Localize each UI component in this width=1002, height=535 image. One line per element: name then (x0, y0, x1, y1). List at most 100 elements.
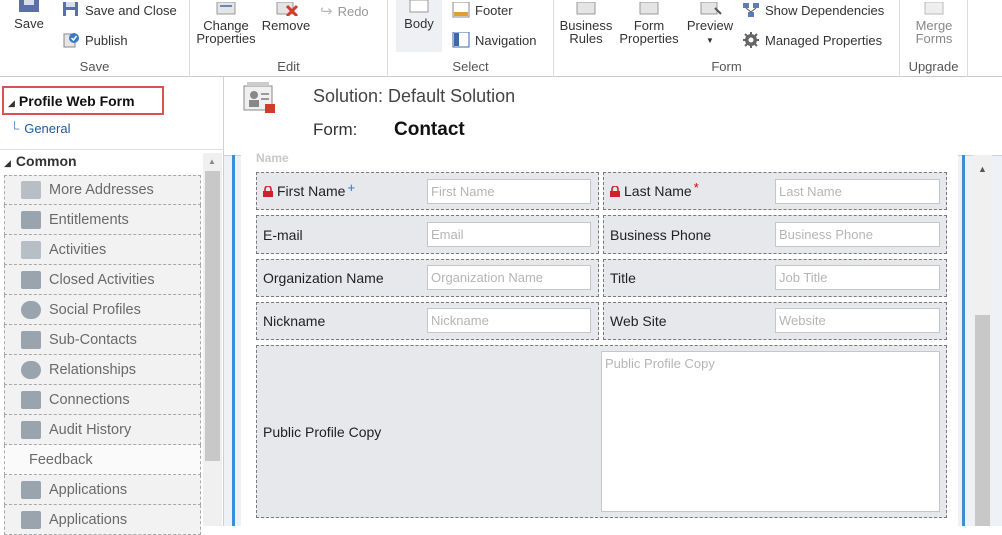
solution-title: Solution: Default Solution (313, 86, 516, 106)
tree-line-icon: └ (10, 121, 20, 136)
preview-icon (700, 2, 722, 15)
redo-button[interactable]: ↪ Redo (320, 2, 369, 20)
web-site-field[interactable]: Web Site Website (603, 302, 947, 340)
remove-icon (276, 2, 299, 16)
preview-button[interactable]: Preview ▼ (682, 2, 738, 47)
nav-scrollbar-thumb[interactable] (205, 171, 220, 461)
last-name-input[interactable]: Last Name (775, 179, 940, 204)
address-icon (21, 181, 41, 199)
website-input[interactable]: Website (775, 308, 940, 333)
footer-button[interactable]: Footer (452, 2, 513, 18)
business-phone-input[interactable]: Business Phone (775, 222, 940, 247)
title-field[interactable]: Title Job Title (603, 259, 947, 297)
save-group-label: Save (79, 59, 110, 74)
form-scrollbar-thumb[interactable] (975, 315, 990, 526)
nav-item-feedback[interactable]: Feedback (4, 445, 201, 475)
nav-item-relationships[interactable]: Relationships (4, 355, 201, 385)
nav-item-more-addresses[interactable]: More Addresses (4, 175, 201, 205)
publish-button[interactable]: Publish (62, 32, 128, 48)
last-name-label-wrap: Last Name * (610, 180, 699, 199)
applications-icon (21, 480, 41, 499)
change-properties-button[interactable]: Change Properties (194, 2, 258, 45)
nav-item-applications[interactable]: Applications (4, 475, 201, 505)
gear-icon (743, 32, 759, 48)
upgrade-group: Merge Forms Upgrade (900, 0, 968, 77)
nav-item-social-profiles[interactable]: Social Profiles (4, 295, 201, 325)
form-properties-button[interactable]: Form Properties (616, 2, 682, 45)
title-label: Title (610, 270, 636, 286)
form-label: Form: (313, 120, 358, 139)
save-and-close-button[interactable]: Save and Close (62, 2, 177, 18)
show-dependencies-button[interactable]: Show Dependencies (742, 2, 884, 18)
navigation-button[interactable]: Navigation (452, 32, 536, 48)
nav-item-entitlements[interactable]: Entitlements (4, 205, 201, 235)
nav-common-list: More Addresses Entitlements Activities C… (4, 175, 201, 535)
tab-border-right (962, 155, 965, 526)
dependencies-icon (743, 3, 759, 17)
merge-forms-icon (924, 2, 944, 15)
email-label: E-mail (263, 226, 303, 243)
save-close-icon (63, 2, 78, 16)
form-properties-icon (639, 2, 659, 15)
public-profile-copy-textarea[interactable]: Public Profile Copy (601, 351, 940, 512)
email-field[interactable]: E-mail Email (256, 215, 599, 254)
contact-card-icon (243, 82, 275, 113)
first-name-field[interactable]: First Name + First Name (256, 172, 599, 210)
nav-item-sub-contacts[interactable]: Sub-Contacts (4, 325, 201, 355)
activities-icon (21, 240, 41, 259)
audit-history-icon (21, 420, 41, 439)
scroll-up-arrow-icon[interactable]: ▲ (978, 164, 987, 174)
chevron-down-icon: ▼ (706, 36, 714, 45)
public-profile-copy-label: Public Profile Copy (263, 423, 382, 440)
nav-item-activities[interactable]: Activities (4, 235, 201, 265)
managed-properties-button[interactable]: Managed Properties (742, 32, 882, 48)
select-group-label: Select (452, 59, 489, 74)
business-rules-button[interactable]: Business Rules (556, 2, 616, 45)
organization-name-input[interactable]: Organization Name (427, 265, 591, 290)
nickname-field[interactable]: Nickname Nickname (256, 302, 599, 340)
nickname-input[interactable]: Nickname (427, 308, 591, 333)
first-name-input[interactable]: First Name (427, 179, 591, 204)
form-title-highlight[interactable]: ◢ Profile Web Form (2, 86, 164, 115)
merge-forms-button[interactable]: Merge Forms (906, 2, 962, 45)
nav-item-closed-activities[interactable]: Closed Activities (4, 265, 201, 295)
nav-divider (0, 149, 224, 150)
form-group: Business Rules Form Properties Preview ▼… (554, 0, 900, 77)
nav-item-connections[interactable]: Connections (4, 385, 201, 415)
form-navigation-pane: ◢ Profile Web Form └ General ◢ Common More … (0, 77, 224, 535)
last-name-field[interactable]: Last Name * Last Name (603, 172, 947, 210)
tab-border-left (232, 155, 235, 526)
email-input[interactable]: Email (427, 222, 591, 247)
scroll-up-arrow-icon[interactable]: ▲ (208, 157, 216, 166)
redo-icon: ↪ (320, 3, 333, 20)
web-site-label: Web Site (610, 313, 667, 329)
change-properties-icon (216, 2, 236, 15)
nav-item-audit-history[interactable]: Audit History (4, 415, 201, 445)
business-phone-field[interactable]: Business Phone Business Phone (603, 215, 947, 254)
remove-button[interactable]: Remove (260, 2, 312, 32)
nav-common-header[interactable]: ◢ Common (4, 153, 77, 169)
nickname-label: Nickname (263, 313, 326, 329)
footer-icon (452, 2, 470, 18)
organization-name-field[interactable]: Organization Name Organization Name (256, 259, 599, 297)
save-group: Save Save and Close Publish Save (0, 0, 190, 77)
relationships-icon (21, 360, 41, 379)
public-profile-copy-field[interactable]: Public Profile Copy Public Profile Copy (256, 345, 947, 518)
nav-scrollbar[interactable]: ▲ (203, 153, 222, 526)
save-button[interactable]: Save (10, 0, 48, 30)
form-group-label: Form (711, 59, 742, 74)
collapse-triangle-icon: ◢ (4, 158, 11, 168)
organization-name-label: Organization Name (263, 270, 384, 286)
body-button[interactable]: Body (396, 0, 442, 52)
nav-general-link[interactable]: └ General (10, 121, 70, 136)
last-name-label: Last Name (624, 183, 692, 199)
sub-contacts-icon (21, 330, 41, 349)
nav-item-applications-2[interactable]: Applications (4, 505, 201, 535)
closed-activities-icon (21, 270, 41, 289)
job-title-input[interactable]: Job Title (775, 265, 940, 290)
business-phone-label: Business Phone (610, 226, 712, 243)
edit-group-label: Edit (277, 59, 300, 74)
publish-icon (63, 33, 79, 48)
form-scrollbar[interactable]: ▲ (973, 155, 992, 526)
section-title: Name (256, 151, 289, 165)
